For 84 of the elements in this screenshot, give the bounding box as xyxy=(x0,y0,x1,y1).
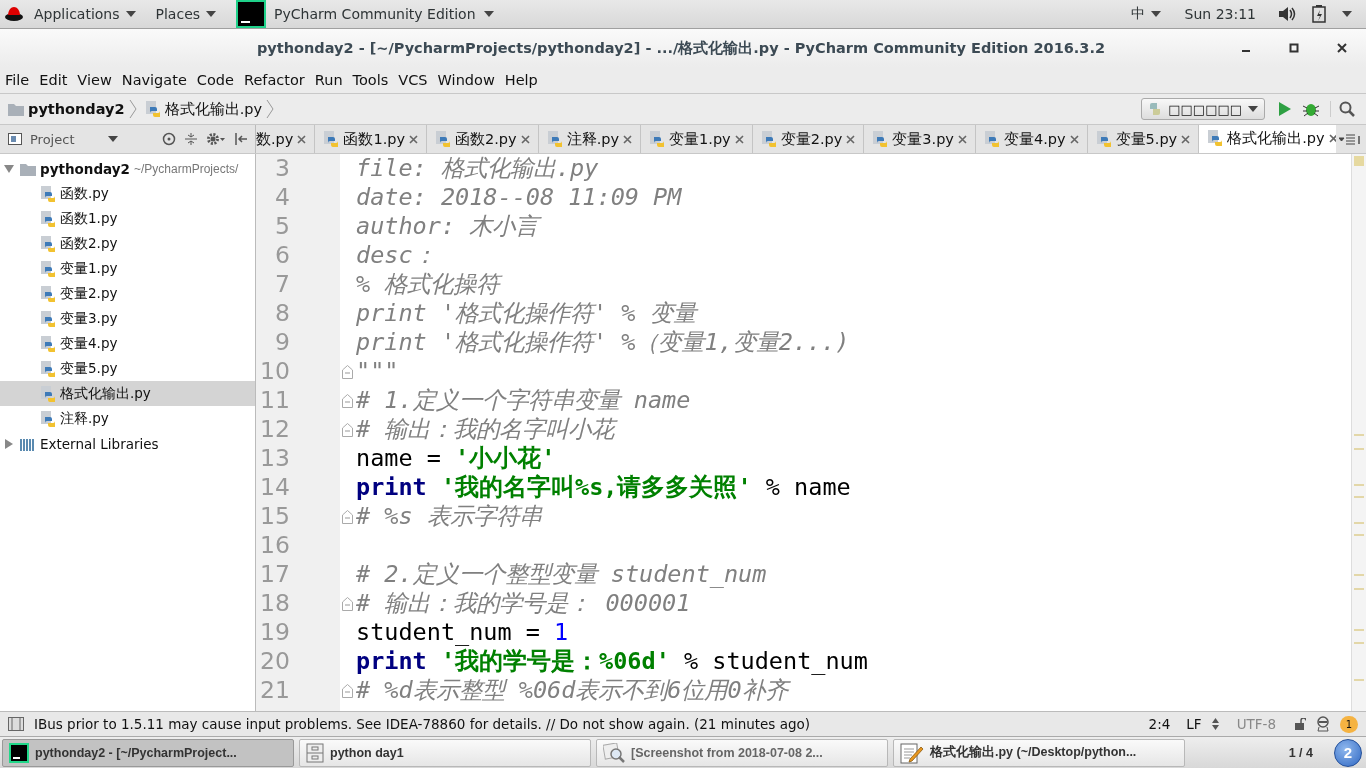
line-number: 15 xyxy=(259,502,291,531)
workspace-indicator[interactable]: 1 / 4 xyxy=(1272,745,1329,760)
line-number: 19 xyxy=(259,618,291,647)
run-config-dropdown[interactable]: □□□□□□ xyxy=(1141,98,1265,120)
menu-item[interactable]: Edit xyxy=(34,72,73,88)
menu-item[interactable]: VCS xyxy=(393,72,433,88)
line-separator[interactable]: LF xyxy=(1186,716,1202,732)
file-tab[interactable]: 变量4.py xyxy=(975,125,1088,153)
file-tab[interactable]: 注释.py xyxy=(538,125,642,153)
code-line: name = '小小花' xyxy=(355,444,556,473)
file-tab[interactable]: 变量1.py xyxy=(641,125,753,153)
menu-item[interactable]: Help xyxy=(499,72,543,88)
line-number: 10 xyxy=(259,357,291,386)
menu-item[interactable]: View xyxy=(72,72,117,88)
caret-position[interactable]: 2:4 xyxy=(1148,716,1171,732)
taskbar-button[interactable]: pythonday2 - [~/PycharmProject... xyxy=(2,738,294,767)
app-menu[interactable]: PyCharm Community Edition xyxy=(274,6,476,22)
code-line: # 2.定义一个整型变量 student_num xyxy=(355,560,767,589)
tree-item[interactable]: 函数2.py xyxy=(0,231,255,256)
code-line: """ xyxy=(355,357,399,386)
line-number: 18 xyxy=(259,589,291,618)
code-line: date: 2018--08 11:09 PM xyxy=(355,183,682,212)
notification-badge[interactable]: 1 xyxy=(1340,715,1358,733)
tree-item[interactable]: 变量3.py xyxy=(0,306,255,331)
tree-item[interactable]: 变量4.py xyxy=(0,331,255,356)
menu-item[interactable]: Window xyxy=(432,72,500,88)
file-tab[interactable]: 数.py xyxy=(256,125,316,153)
menu-item[interactable]: File xyxy=(0,72,35,88)
tree-item[interactable]: 变量2.py xyxy=(0,281,255,306)
code-line: file: 格式化输出.py xyxy=(355,154,599,183)
panel-menu[interactable]: Applications xyxy=(24,0,146,28)
line-number: 5 xyxy=(274,212,291,241)
line-number: 9 xyxy=(274,328,291,357)
code-line: student_num = 1 xyxy=(355,618,569,647)
code-line: # 输出：我的学号是： 000001 xyxy=(355,589,691,618)
code-line: # %s 表示字符串 xyxy=(355,502,542,531)
code-line: print '我的学号是：%06d' % student_num xyxy=(355,647,868,676)
panel-menu[interactable]: Places xyxy=(145,0,227,28)
clock[interactable]: Sun 23:11 xyxy=(1170,6,1270,22)
window-title: pythonday2 - [~/PycharmProjects/pythonday2] - .../格式化输出.py - PyCharm Community Edition 2016.3.2 xyxy=(256,39,1106,56)
file-tab[interactable]: 变量3.py xyxy=(864,125,976,153)
menu-item[interactable]: Tools xyxy=(347,72,394,88)
tree-item[interactable]: 变量1.py xyxy=(0,256,255,281)
file-tab[interactable]: 函数2.py xyxy=(427,125,539,153)
line-number: 17 xyxy=(259,560,291,589)
file-tab[interactable]: 格式化输出.py xyxy=(1199,125,1336,153)
code-line: print '格式化操作符' %（变量1,变量2...) xyxy=(355,328,850,357)
tree-item[interactable]: 函数1.py xyxy=(0,206,255,231)
line-number: 4 xyxy=(274,183,291,212)
line-number: 14 xyxy=(259,473,291,502)
line-number: 21 xyxy=(259,676,291,705)
breadcrumb[interactable]: 格式化输出.py xyxy=(164,99,263,119)
taskbar-button[interactable]: [Screenshot from 2018-07-08 2... xyxy=(596,738,888,767)
tree-item[interactable]: 函数.py xyxy=(0,181,255,206)
line-number: 13 xyxy=(259,444,291,473)
file-tab[interactable]: 函数1.py xyxy=(315,125,428,153)
line-number: 6 xyxy=(274,241,291,270)
tree-item[interactable]: External Libraries xyxy=(0,431,255,456)
project-path: ~/PycharmProjects/ xyxy=(133,161,239,176)
line-number: 8 xyxy=(274,299,291,328)
tree-item[interactable]: 注释.py xyxy=(0,406,255,431)
line-number: 3 xyxy=(274,154,291,183)
line-number: 16 xyxy=(259,531,291,560)
status-message: IBus prior to 1.5.11 may cause input problems. See IDEA-78860 for details. // Do not show again. (21 minutes ago) xyxy=(34,716,811,732)
tree-item[interactable]: 变量5.py xyxy=(0,356,255,381)
tree-item[interactable]: 格式化输出.py xyxy=(0,381,255,406)
menu-item[interactable]: Refactor xyxy=(238,72,310,88)
taskbar-button[interactable]: python day1 xyxy=(299,738,591,767)
menu-item[interactable]: Run xyxy=(309,72,348,88)
breadcrumb[interactable]: pythonday2 xyxy=(28,101,125,117)
code-line: print '我的名字叫%s,请多多关照' % name xyxy=(355,473,851,502)
menu-item[interactable]: Code xyxy=(191,72,239,88)
line-number: 12 xyxy=(259,415,291,444)
line-number: 11 xyxy=(259,386,291,415)
menu-item[interactable]: Navigate xyxy=(116,72,192,88)
file-tab[interactable]: 变量2.py xyxy=(752,125,865,153)
tree-item[interactable]: pythonday2 ~/PycharmProjects/ xyxy=(0,156,255,181)
input-method-menu[interactable]: 中 xyxy=(1120,0,1171,28)
taskbar-button[interactable]: 格式化输出.py (~/Desktop/python... xyxy=(893,738,1185,767)
panel-title[interactable]: Project xyxy=(30,131,100,147)
line-number: 7 xyxy=(274,270,291,299)
line-number: 20 xyxy=(259,647,291,676)
code-line: # 1.定义一个字符串变量 name xyxy=(355,386,691,415)
code-line: desc： xyxy=(355,241,436,270)
